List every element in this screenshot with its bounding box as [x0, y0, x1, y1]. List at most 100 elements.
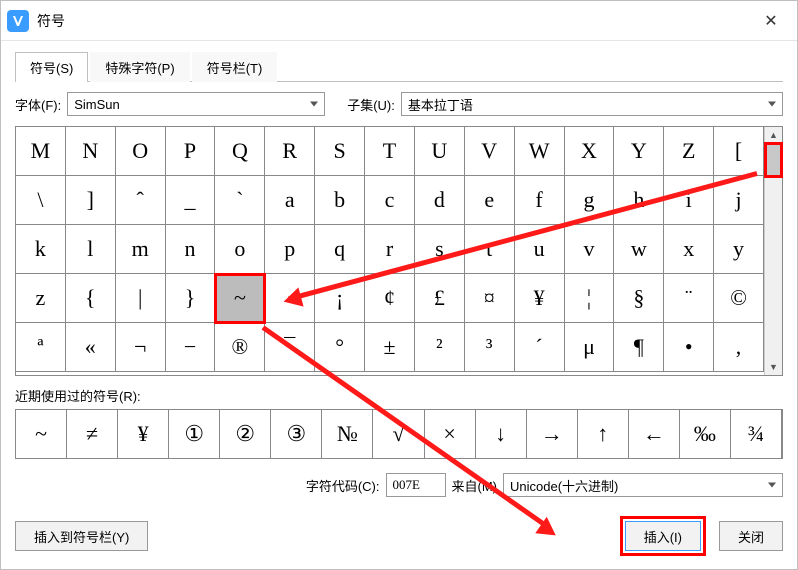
- char-cell[interactable]: °: [315, 323, 365, 372]
- tab-special[interactable]: 特殊字符(P): [90, 52, 189, 82]
- char-cell[interactable]: y: [714, 225, 764, 274]
- char-cell[interactable]: £: [415, 274, 465, 323]
- char-cell[interactable]: ²: [415, 323, 465, 372]
- recent-grid: ~≠¥①②③№√×↓→↑←‰¾: [15, 409, 783, 459]
- char-cell[interactable]: {: [66, 274, 116, 323]
- char-cell[interactable]: ¶: [614, 323, 664, 372]
- char-cell[interactable]: |: [116, 274, 166, 323]
- char-cell[interactable]: p: [265, 225, 315, 274]
- char-cell[interactable]: ,: [714, 323, 764, 372]
- char-cell[interactable]: T: [365, 127, 415, 176]
- recent-cell[interactable]: ①: [169, 410, 220, 458]
- char-cell[interactable]: _: [166, 176, 216, 225]
- char-cell[interactable]: M: [16, 127, 66, 176]
- from-select-value: Unicode(十六进制): [510, 476, 618, 495]
- recent-cell[interactable]: ③: [271, 410, 322, 458]
- char-cell[interactable]: e: [465, 176, 515, 225]
- char-cell[interactable]: n: [166, 225, 216, 274]
- char-cell[interactable]: Y: [614, 127, 664, 176]
- recent-cell[interactable]: ¥: [118, 410, 169, 458]
- char-cell[interactable]: z: [16, 274, 66, 323]
- char-cell[interactable]: W: [515, 127, 565, 176]
- tab-symbols[interactable]: 符号(S): [15, 52, 88, 82]
- char-cell[interactable]: ¬: [116, 323, 166, 372]
- code-input[interactable]: 007E: [386, 473, 446, 497]
- char-cell[interactable]: v: [565, 225, 615, 274]
- char-cell[interactable]: b: [315, 176, 365, 225]
- char-cell[interactable]: ¤: [465, 274, 515, 323]
- char-cell[interactable]: }: [166, 274, 216, 323]
- from-select[interactable]: Unicode(十六进制): [503, 473, 783, 497]
- char-cell[interactable]: X: [565, 127, 615, 176]
- tab-bar: 符号(S) 特殊字符(P) 符号栏(T): [15, 51, 783, 82]
- char-cell[interactable]: •: [664, 323, 714, 372]
- tab-symbol-bar[interactable]: 符号栏(T): [192, 52, 278, 82]
- char-cell[interactable]: c: [365, 176, 415, 225]
- char-cell[interactable]: w: [614, 225, 664, 274]
- char-cell[interactable]: U: [415, 127, 465, 176]
- char-cell[interactable]: ª: [16, 323, 66, 372]
- char-cell[interactable]: O: [116, 127, 166, 176]
- char-cell[interactable]: ¢: [365, 274, 415, 323]
- char-cell[interactable]: R: [265, 127, 315, 176]
- char-cell[interactable]: d: [415, 176, 465, 225]
- recent-cell[interactable]: №: [322, 410, 373, 458]
- char-cell[interactable]: ©: [714, 274, 764, 323]
- char-cell[interactable]: ³: [465, 323, 515, 372]
- char-cell[interactable]: ˆ: [116, 176, 166, 225]
- recent-cell[interactable]: ↓: [476, 410, 527, 458]
- scroll-up-icon[interactable]: ▲: [765, 127, 782, 143]
- char-cell[interactable]: ¥: [515, 274, 565, 323]
- char-cell[interactable]: s: [415, 225, 465, 274]
- char-cell[interactable]: q: [315, 225, 365, 274]
- char-cell[interactable]: ¨: [664, 274, 714, 323]
- char-cell[interactable]: Z: [664, 127, 714, 176]
- recent-cell[interactable]: →: [527, 410, 578, 458]
- char-cell[interactable]: \: [16, 176, 66, 225]
- char-cell[interactable]: [: [714, 127, 764, 176]
- char-cell[interactable]: ˋ: [215, 176, 265, 225]
- char-cell[interactable]: ¦: [565, 274, 615, 323]
- char-cell[interactable]: ®: [215, 323, 265, 372]
- recent-label: 近期使用过的符号(R):: [15, 386, 783, 405]
- grid-scrollbar[interactable]: ▲ ▼: [764, 127, 782, 375]
- char-cell[interactable]: ±: [365, 323, 415, 372]
- char-cell[interactable]: m: [116, 225, 166, 274]
- recent-cell[interactable]: ↑: [578, 410, 629, 458]
- char-cell[interactable]: l: [66, 225, 116, 274]
- char-cell[interactable]: Q: [215, 127, 265, 176]
- char-cell[interactable]: ]: [66, 176, 116, 225]
- close-icon[interactable]: ✕: [751, 6, 791, 36]
- insert-to-bar-button[interactable]: 插入到符号栏(Y): [15, 521, 148, 551]
- char-cell[interactable]: x: [664, 225, 714, 274]
- char-cell[interactable]: o: [215, 225, 265, 274]
- window-title: 符号: [37, 11, 751, 31]
- scroll-thumb[interactable]: [767, 145, 780, 175]
- recent-cell[interactable]: ②: [220, 410, 271, 458]
- char-cell[interactable]: a: [265, 176, 315, 225]
- char-cell[interactable]: §: [614, 274, 664, 323]
- scroll-down-icon[interactable]: ▼: [765, 359, 782, 375]
- recent-cell[interactable]: ≠: [67, 410, 118, 458]
- recent-cell[interactable]: ‰: [680, 410, 731, 458]
- font-label: 字体(F):: [15, 95, 61, 114]
- char-cell[interactable]: f: [515, 176, 565, 225]
- char-cell[interactable]: P: [166, 127, 216, 176]
- recent-cell[interactable]: ←: [629, 410, 680, 458]
- font-select[interactable]: SimSun: [67, 92, 325, 116]
- char-cell[interactable]: ´: [515, 323, 565, 372]
- char-cell[interactable]: N: [66, 127, 116, 176]
- char-cell[interactable]: k: [16, 225, 66, 274]
- insert-button[interactable]: 插入(I): [625, 521, 701, 551]
- recent-cell[interactable]: ~: [16, 410, 67, 458]
- char-cell[interactable]: ~: [215, 274, 265, 323]
- subset-select[interactable]: 基本拉丁语: [401, 92, 783, 116]
- char-cell[interactable]: «: [66, 323, 116, 372]
- char-cell[interactable]: S: [315, 127, 365, 176]
- close-button[interactable]: 关闭: [719, 521, 783, 551]
- char-cell[interactable]: −: [166, 323, 216, 372]
- char-cell[interactable]: μ: [565, 323, 615, 372]
- recent-cell[interactable]: ×: [425, 410, 476, 458]
- char-cell[interactable]: V: [465, 127, 515, 176]
- recent-cell[interactable]: ¾: [731, 410, 782, 458]
